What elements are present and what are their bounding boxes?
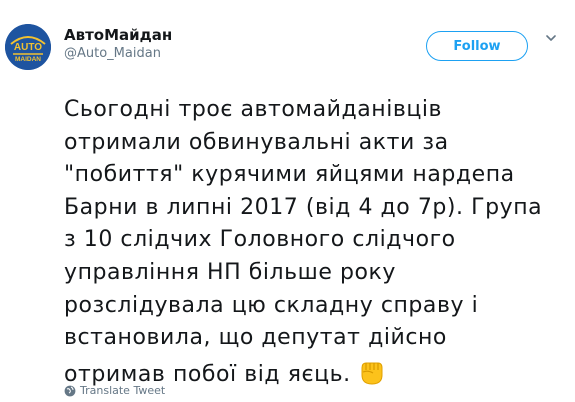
- raised-fist-emoji-icon: [361, 362, 383, 385]
- translate-tweet-link[interactable]: Translate Tweet: [64, 384, 165, 397]
- tweet-text: Сьогодні троє автомайданівців отримали о…: [64, 94, 564, 391]
- globe-icon: [64, 385, 76, 396]
- tweet-text-line: розслідувала цю складну справу і: [64, 292, 479, 318]
- follow-button[interactable]: Follow: [426, 31, 528, 61]
- avatar-logo-top-text: AUTO: [14, 42, 42, 53]
- automaidan-logo: AUTO MAIDAN: [5, 24, 51, 70]
- tweet-card: AUTO MAIDAN АвтоМайдан @Auto_Maidan Foll…: [0, 0, 575, 402]
- display-name[interactable]: АвтоМайдан: [64, 26, 172, 44]
- avatar-logo-bottom-text: MAIDAN: [15, 56, 41, 63]
- tweet-text-line: встановила, що депутат дійсно: [64, 325, 447, 351]
- tweet-text-line: управління НП більше року: [64, 259, 396, 285]
- account-names: АвтоМайдан @Auto_Maidan: [64, 26, 172, 62]
- chevron-down-icon[interactable]: [546, 33, 556, 43]
- tweet-text-line: отримали обвинувальні акти за: [64, 129, 449, 155]
- translate-tweet-label[interactable]: Translate Tweet: [80, 384, 165, 397]
- tweet-text-line: Барни в липні 2017 (від 4 до 7р). Група: [64, 194, 543, 220]
- tweet-text-line: Сьогодні троє автомайданівців: [64, 97, 443, 122]
- tweet-text-line: отримав побої від яєць.: [64, 361, 351, 387]
- tweet-text-line: "побиття" курячими яйцями нардепа: [64, 162, 515, 188]
- avatar[interactable]: AUTO MAIDAN: [5, 24, 51, 70]
- tweet-text-line: з 10 слідчих Головного слідчого: [64, 227, 456, 253]
- account-handle[interactable]: @Auto_Maidan: [64, 45, 172, 62]
